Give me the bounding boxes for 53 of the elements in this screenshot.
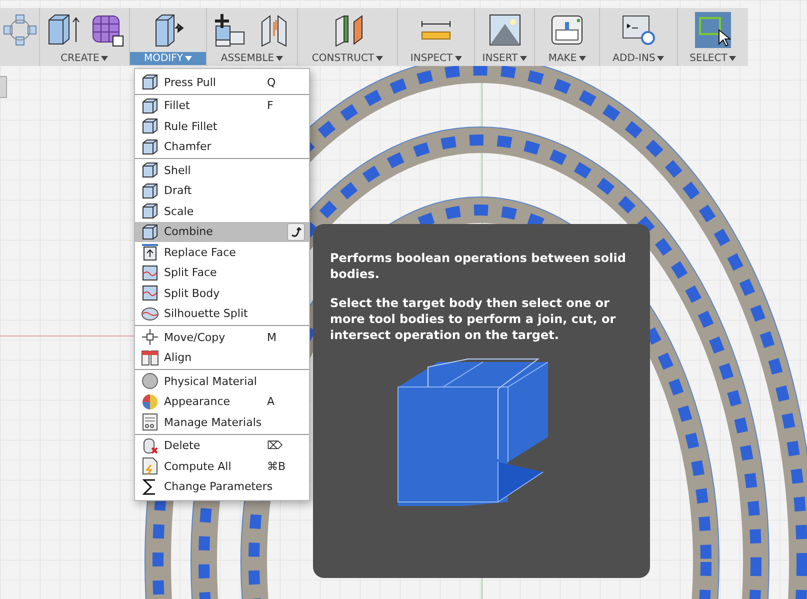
caret-icon — [276, 56, 284, 61]
toolbar-group-tab[interactable]: CONSTRUCT — [308, 52, 388, 65]
caret-icon — [657, 56, 664, 61]
ellipse-split-icon — [141, 304, 159, 323]
menu-item[interactable]: Press Pull Q — [135, 72, 309, 92]
material-sphere-icon — [141, 372, 159, 390]
menu-item[interactable]: Replace Face — [135, 242, 309, 262]
page-lightning-icon — [141, 457, 159, 476]
toolbar-group-tab[interactable]: INSERT — [478, 52, 531, 65]
menu-item[interactable]: Silhouette Split — [135, 304, 309, 324]
grid-panel-icon — [141, 413, 159, 432]
toolbar-group-tab[interactable]: MAKE — [544, 52, 590, 65]
menu-item[interactable]: Fillet F — [135, 96, 309, 116]
menu-item[interactable]: Split Body — [135, 283, 309, 304]
toolbar-group-tab[interactable]: CREATE — [56, 52, 112, 65]
menu-item[interactable]: Align — [135, 348, 309, 368]
menu-item[interactable]: Chamfer — [135, 136, 309, 157]
face-arrow-icon — [141, 243, 159, 262]
caret-icon — [578, 56, 586, 61]
color-ball-icon — [141, 392, 159, 411]
toolbar-group-tab[interactable]: INSPECT — [406, 52, 466, 65]
select-window-icon[interactable] — [695, 12, 731, 48]
menu-item[interactable]: Delete ⌦ — [135, 436, 309, 456]
caret-icon — [185, 56, 192, 61]
menu-item[interactable]: Manage Materials — [135, 412, 309, 432]
menu-item[interactable]: Move/Copy M — [135, 327, 309, 348]
tooltip-text: Select the target body then select one or more tool bodies to perform a join, cut, or intersect operation on the target. — [330, 295, 617, 343]
mountain-image-icon[interactable] — [486, 12, 522, 48]
menu-item[interactable]: Change Parameters — [135, 476, 309, 497]
toolbar-group-tab[interactable]: ADD-INS — [608, 52, 668, 65]
caret-icon — [520, 56, 527, 61]
cylinder-delete-icon — [141, 436, 159, 455]
split-box-icon — [141, 284, 159, 302]
menu-item[interactable]: Shell — [135, 160, 309, 180]
menu-item[interactable]: Physical Material — [135, 371, 309, 392]
menu-item[interactable]: Rule Fillet — [135, 116, 309, 136]
tooltip-text: Performs boolean operations between solid bodies. — [330, 250, 627, 282]
menu-item[interactable]: Appearance A — [135, 392, 309, 412]
node-network-icon[interactable] — [2, 12, 38, 48]
toolbar-group-tab[interactable]: SELECT — [686, 52, 740, 65]
caret-icon — [101, 56, 108, 61]
caret-icon — [454, 56, 462, 61]
menu-item[interactable]: Compute All ⌘B — [135, 456, 309, 476]
toolbar-group-tab[interactable]: ASSEMBLE — [216, 52, 288, 65]
menu-item[interactable]: Draft — [135, 180, 309, 201]
menu-item[interactable]: Scale — [135, 201, 309, 222]
menu-item[interactable]: Combine — [135, 222, 309, 242]
split-face-icon — [141, 264, 159, 282]
caret-icon — [729, 56, 736, 61]
caret-icon — [376, 56, 384, 61]
align-bars-icon — [141, 348, 159, 367]
menu-item[interactable]: Split Face — [135, 262, 309, 283]
panel-handle[interactable] — [0, 76, 7, 98]
